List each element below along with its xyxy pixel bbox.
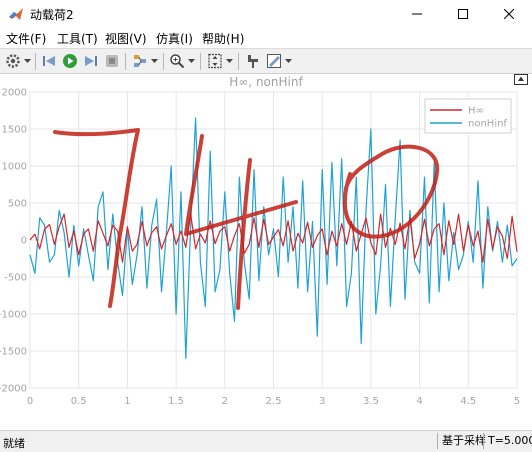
run-icon[interactable] xyxy=(61,52,79,70)
x-tick-label: 4.5 xyxy=(460,396,476,407)
toolbar-divider xyxy=(35,53,36,70)
maximize-button[interactable] xyxy=(440,0,486,28)
stop-icon[interactable] xyxy=(103,52,121,70)
chevron-down-icon[interactable] xyxy=(24,58,31,64)
toolbar-divider xyxy=(238,53,239,70)
step-forward-icon[interactable] xyxy=(82,52,100,70)
toolbar xyxy=(0,48,532,74)
menu-tools[interactable]: 工具(T) xyxy=(57,30,98,47)
scope-window: 动载荷2 文件(F) 工具(T) 视图(V) 仿真(I) 帮助(H) 0 0.5… xyxy=(0,0,532,452)
menu-simulation[interactable]: 仿真(I) xyxy=(156,30,193,47)
zoom-icon[interactable] xyxy=(168,52,186,70)
x-tick-label: 2 xyxy=(222,396,228,407)
x-tick-label: 3 xyxy=(319,396,325,407)
minimize-icon xyxy=(412,13,422,15)
x-tick-label: 5 xyxy=(514,396,520,407)
x-tick-label: 2.5 xyxy=(266,396,282,407)
x-tick-label: 0.5 xyxy=(71,396,87,407)
toolbar-divider xyxy=(125,53,126,70)
plot-title: H∞, nonHinf xyxy=(229,75,303,89)
undock-button[interactable] xyxy=(514,74,528,85)
y-tick-label: 2000 xyxy=(2,88,27,99)
matlab-logo-icon xyxy=(8,6,24,22)
status-bar: 就绪 基于采样 T=5.000 xyxy=(0,430,532,452)
scope-chart[interactable]: 0 0.5 1 1.5 2 2.5 3 3.5 4 4.5 5 2000 1500 1000 500 0 -50… xyxy=(0,74,532,430)
style-icon[interactable] xyxy=(265,52,283,70)
close-button[interactable] xyxy=(486,0,532,28)
undock-icon xyxy=(514,74,528,85)
status-time: T=5.000 xyxy=(483,433,532,449)
close-icon xyxy=(504,9,514,19)
chevron-down-icon[interactable] xyxy=(226,58,233,64)
toolbar-divider xyxy=(200,53,201,70)
title-bar: 动载荷2 xyxy=(0,0,532,28)
x-tick-label: 0 xyxy=(27,396,33,407)
y-tick-label: 1500 xyxy=(2,125,27,136)
y-tick-label: -1500 xyxy=(0,347,27,358)
y-tick-label: 1000 xyxy=(2,162,27,173)
plot-panel: 0 0.5 1 1.5 2 2.5 3 3.5 4 4.5 5 2000 1500 1000 500 0 -50… xyxy=(0,74,532,430)
status-mode: 基于采样 xyxy=(437,433,486,449)
menu-view[interactable]: 视图(V) xyxy=(105,30,147,47)
y-tick-label: -1000 xyxy=(0,310,27,321)
window-title: 动载荷2 xyxy=(30,8,74,22)
maximize-icon xyxy=(458,9,468,19)
x-tick-label: 1.5 xyxy=(168,396,184,407)
minimize-button[interactable] xyxy=(394,0,440,28)
step-back-icon[interactable] xyxy=(40,52,58,70)
y-tick-label: -2000 xyxy=(0,384,27,395)
highlight-icon[interactable] xyxy=(131,52,149,70)
legend-label: H∞ xyxy=(468,106,484,117)
menu-bar: 文件(F) 工具(T) 视图(V) 仿真(I) 帮助(H) xyxy=(0,28,532,48)
chevron-down-icon[interactable] xyxy=(285,58,292,64)
legend: H∞ nonHinf xyxy=(424,98,512,134)
status-ready: 就绪 xyxy=(3,437,25,450)
menu-help[interactable]: 帮助(H) xyxy=(202,30,244,47)
legend-label: nonHinf xyxy=(468,119,507,130)
menu-file[interactable]: 文件(F) xyxy=(6,30,46,47)
x-tick-label: 3.5 xyxy=(363,396,379,407)
x-tick-label: 4 xyxy=(416,396,422,407)
cursor-icon[interactable] xyxy=(244,52,262,70)
toolbar-divider xyxy=(163,53,164,70)
chevron-down-icon[interactable] xyxy=(151,58,158,64)
y-tick-label: -500 xyxy=(4,273,27,284)
y-tick-label: 0 xyxy=(21,236,27,247)
gear-icon[interactable] xyxy=(4,52,22,70)
chevron-down-icon[interactable] xyxy=(188,58,195,64)
y-tick-label: 500 xyxy=(8,199,27,210)
x-tick-label: 1 xyxy=(124,396,130,407)
autoscale-icon[interactable] xyxy=(206,52,224,70)
